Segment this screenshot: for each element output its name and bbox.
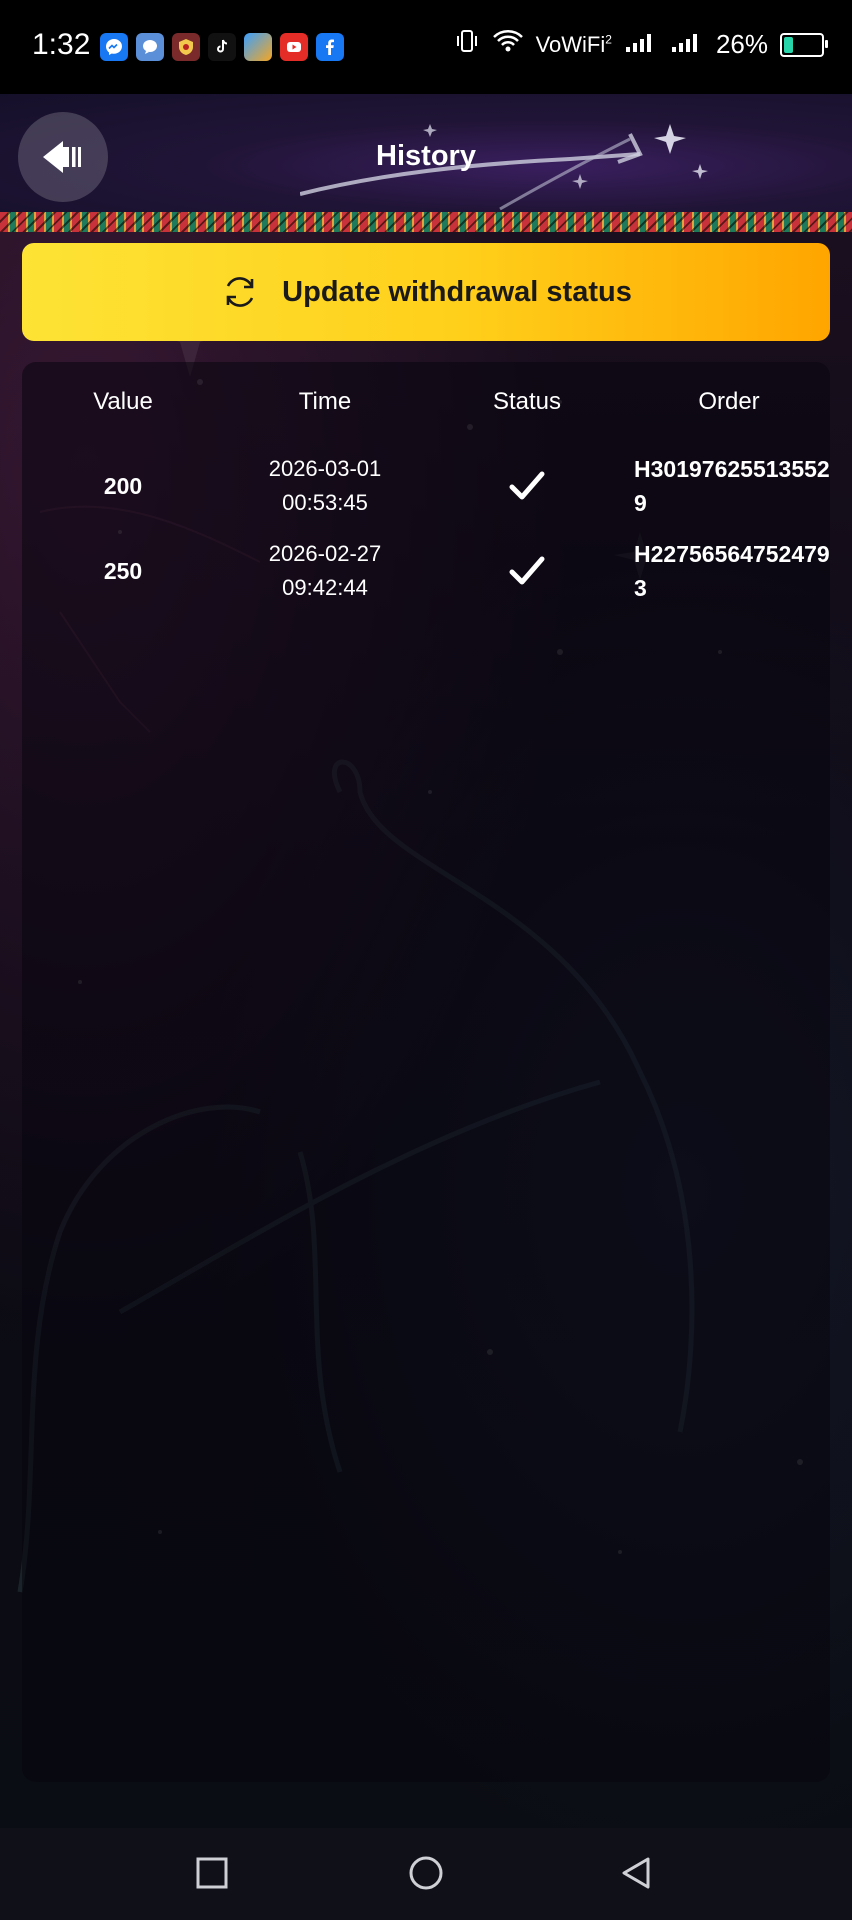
time-cell: 2026-02-27 09:42:44: [268, 541, 382, 600]
back-icon[interactable]: [620, 1856, 652, 1895]
vibrate-icon: [454, 28, 480, 61]
system-nav-bar: [0, 1828, 852, 1920]
value-cell: 200: [103, 473, 143, 499]
table-row: 250 2026-02-27 09:42:44 H227565647524793: [22, 531, 830, 611]
status-cell: [426, 531, 628, 611]
chat-icon: [136, 33, 164, 61]
order-cell: H301976255135529: [634, 456, 830, 516]
check-icon: [509, 471, 545, 500]
column-header-order: Order: [698, 388, 760, 415]
status-time: 1:32: [32, 28, 91, 61]
facebook-icon: [316, 33, 344, 61]
column-header-time: Time: [298, 388, 352, 415]
status-cell: [426, 446, 628, 526]
game-app-icon: [244, 33, 272, 61]
order-cell: H227565647524793: [634, 541, 830, 601]
time-cell: 2026-03-01 00:53:45: [268, 456, 382, 515]
status-bar: 1:32 VoWiFi2 26%: [0, 0, 852, 94]
table-row: 200 2026-03-01 00:53:45 H301976255135529: [22, 446, 830, 526]
recent-apps-icon[interactable]: [196, 1857, 228, 1894]
youtube-icon: [280, 33, 308, 61]
signal-bars-icon: [624, 29, 658, 60]
column-header-value: Value: [93, 388, 153, 415]
check-icon: [509, 556, 545, 585]
vowifi-label: VoWiFi2: [535, 31, 612, 57]
notification-icons: [100, 33, 344, 61]
update-button-label: Update withdrawal status: [282, 275, 632, 308]
page-title: History: [376, 140, 476, 172]
table-header: Value Time Status Order: [22, 388, 830, 418]
battery-percent: 26%: [715, 29, 768, 59]
value-cell: 250: [103, 558, 143, 584]
refresh-icon: [226, 277, 254, 307]
column-header-status: Status: [492, 388, 562, 415]
battery-level: [784, 36, 793, 53]
decorative-border: [0, 212, 852, 232]
tiktok-icon: [208, 33, 236, 61]
header: History: [0, 94, 852, 214]
battery-icon: [780, 32, 828, 57]
shield-app-icon: [172, 33, 200, 61]
messenger-icon: [100, 33, 128, 61]
status-indicators: VoWiFi2 26%: [454, 28, 828, 61]
home-icon[interactable]: [408, 1855, 444, 1896]
signal-bars-icon: [670, 29, 704, 60]
wifi-icon: [492, 28, 524, 61]
update-withdrawal-status-button[interactable]: Update withdrawal status: [22, 243, 830, 341]
